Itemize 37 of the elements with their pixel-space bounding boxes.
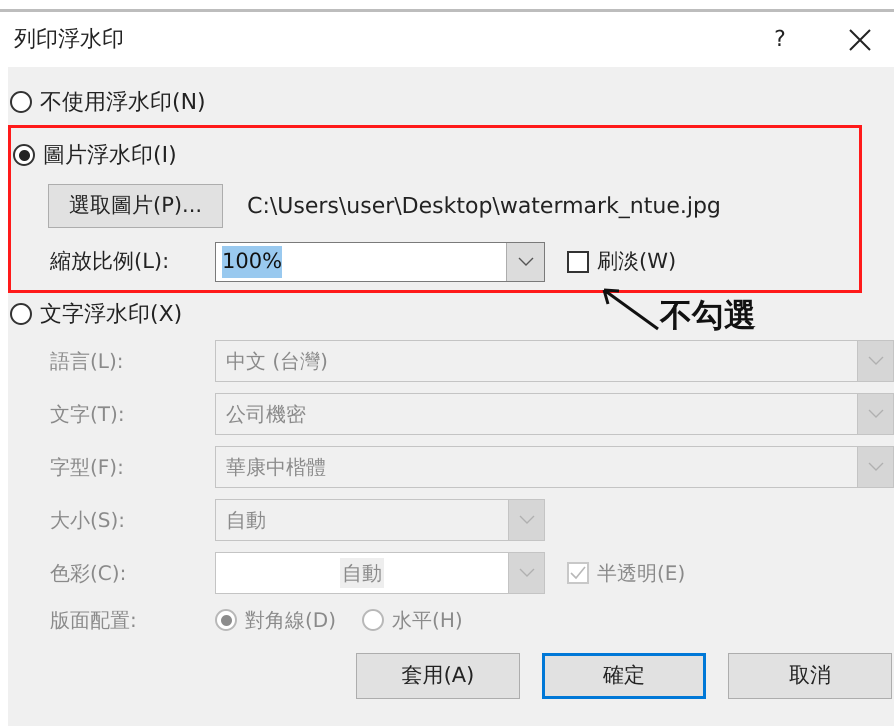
chevron-down-icon [868, 462, 884, 472]
radio-button[interactable] [10, 303, 32, 325]
radio-label: 對角線(D) [245, 607, 336, 634]
field-label: 字型(F): [50, 454, 125, 481]
window-title: 列印浮水印 [14, 26, 125, 54]
radio-label: 圖片浮水印(I) [43, 142, 177, 170]
radio-button[interactable] [13, 144, 35, 166]
radio-label: 水平(H) [392, 607, 463, 634]
field-label: 版面配置: [50, 607, 138, 634]
radio-label: 不使用浮水印(N) [40, 88, 206, 116]
dialog-button[interactable]: 取消 [728, 653, 892, 699]
chevron-down-icon [518, 515, 534, 525]
chevron-down-icon [518, 568, 534, 578]
file-path: C:\Users\user\Desktop\watermark_ntue.jpg [247, 192, 721, 220]
field-label: 語言(L): [50, 348, 124, 375]
checkbox-label: 半透明(E) [597, 560, 686, 587]
close-button[interactable] [848, 28, 872, 52]
checkbox-label: 刷淡(W) [597, 248, 676, 276]
select-picture-button[interactable]: 選取圖片(P)... [48, 184, 224, 228]
checkmark-icon [570, 566, 586, 580]
dialog-button[interactable]: 確定 [542, 653, 706, 699]
scale-dropdown[interactable]: 100% [215, 242, 545, 282]
arrow [600, 287, 660, 331]
dialog-button[interactable]: 套用(A) [356, 653, 520, 699]
chevron-down-icon [868, 356, 884, 366]
radio-button[interactable] [10, 91, 32, 113]
annotation-text: 不勾選 [660, 295, 756, 335]
chevron-down-icon [868, 409, 884, 419]
field-label: 文字(T): [50, 401, 126, 428]
field-label: 大小(S): [50, 507, 126, 534]
checkbox[interactable] [567, 251, 589, 273]
close-icon [848, 28, 872, 52]
chevron-down-icon [518, 257, 534, 267]
help-button[interactable]: ? [760, 23, 800, 56]
field-label: 色彩(C): [50, 560, 128, 587]
radio-label: 文字浮水印(X) [40, 300, 182, 328]
field-label: 縮放比例(L): [50, 248, 170, 276]
